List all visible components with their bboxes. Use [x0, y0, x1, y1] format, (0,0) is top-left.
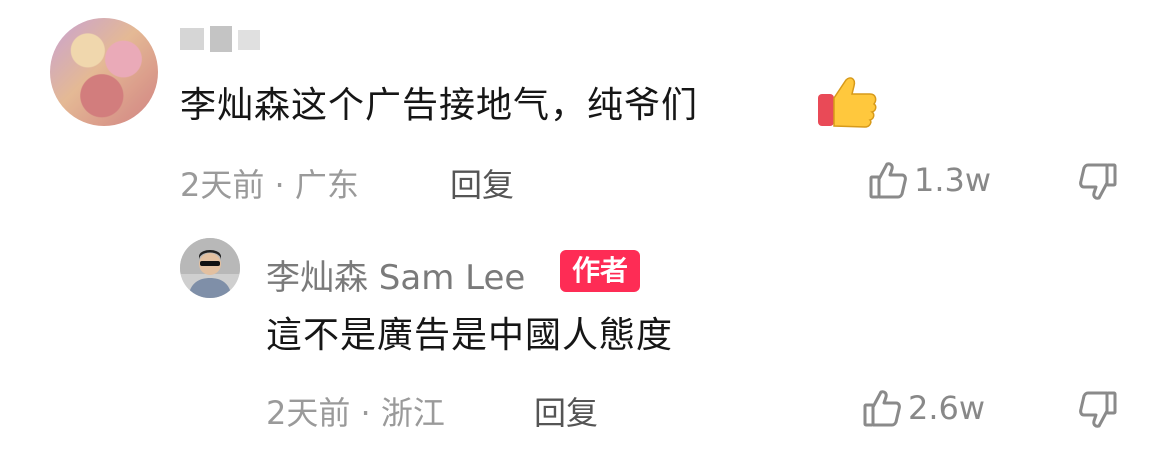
like-count: 1.3w — [914, 161, 992, 199]
reply-location: 浙江 — [380, 394, 445, 432]
username-blurred[interactable] — [180, 22, 264, 56]
comment-location: 广东 — [294, 166, 359, 204]
thumbs-down-icon[interactable] — [1078, 390, 1118, 430]
avatar-image — [180, 238, 240, 298]
author-avatar[interactable] — [180, 238, 240, 298]
thumbs-up-emoji — [818, 77, 877, 128]
reply-text: 這不是廣告是中國人態度 — [266, 315, 674, 356]
reply-meta: 2天前 · 浙江 — [266, 388, 445, 434]
author-name[interactable]: 李灿森 Sam Lee — [266, 250, 525, 299]
comment-text: 李灿森这个广告接地气，纯爷们 — [180, 85, 699, 126]
separator-dot: · — [264, 166, 295, 204]
thumbs-up-icon — [869, 162, 907, 199]
reply-time: 2天前 — [266, 394, 351, 432]
reply-like-button[interactable]: 2.6w — [862, 388, 985, 428]
thumbs-up-icon — [863, 390, 901, 427]
reply-reply-button[interactable]: 回复 — [534, 388, 598, 434]
reply-button[interactable]: 回复 — [450, 160, 514, 206]
like-button[interactable]: 1.3w — [868, 160, 991, 200]
avatar[interactable] — [50, 18, 158, 126]
separator-dot: · — [350, 394, 381, 432]
comment-time: 2天前 — [180, 166, 265, 204]
comment-meta: 2天前 · 广东 — [180, 160, 359, 206]
thumbs-down-icon[interactable] — [1078, 162, 1118, 202]
reply-like-count: 2.6w — [908, 389, 986, 427]
author-badge: 作者 — [560, 250, 641, 292]
